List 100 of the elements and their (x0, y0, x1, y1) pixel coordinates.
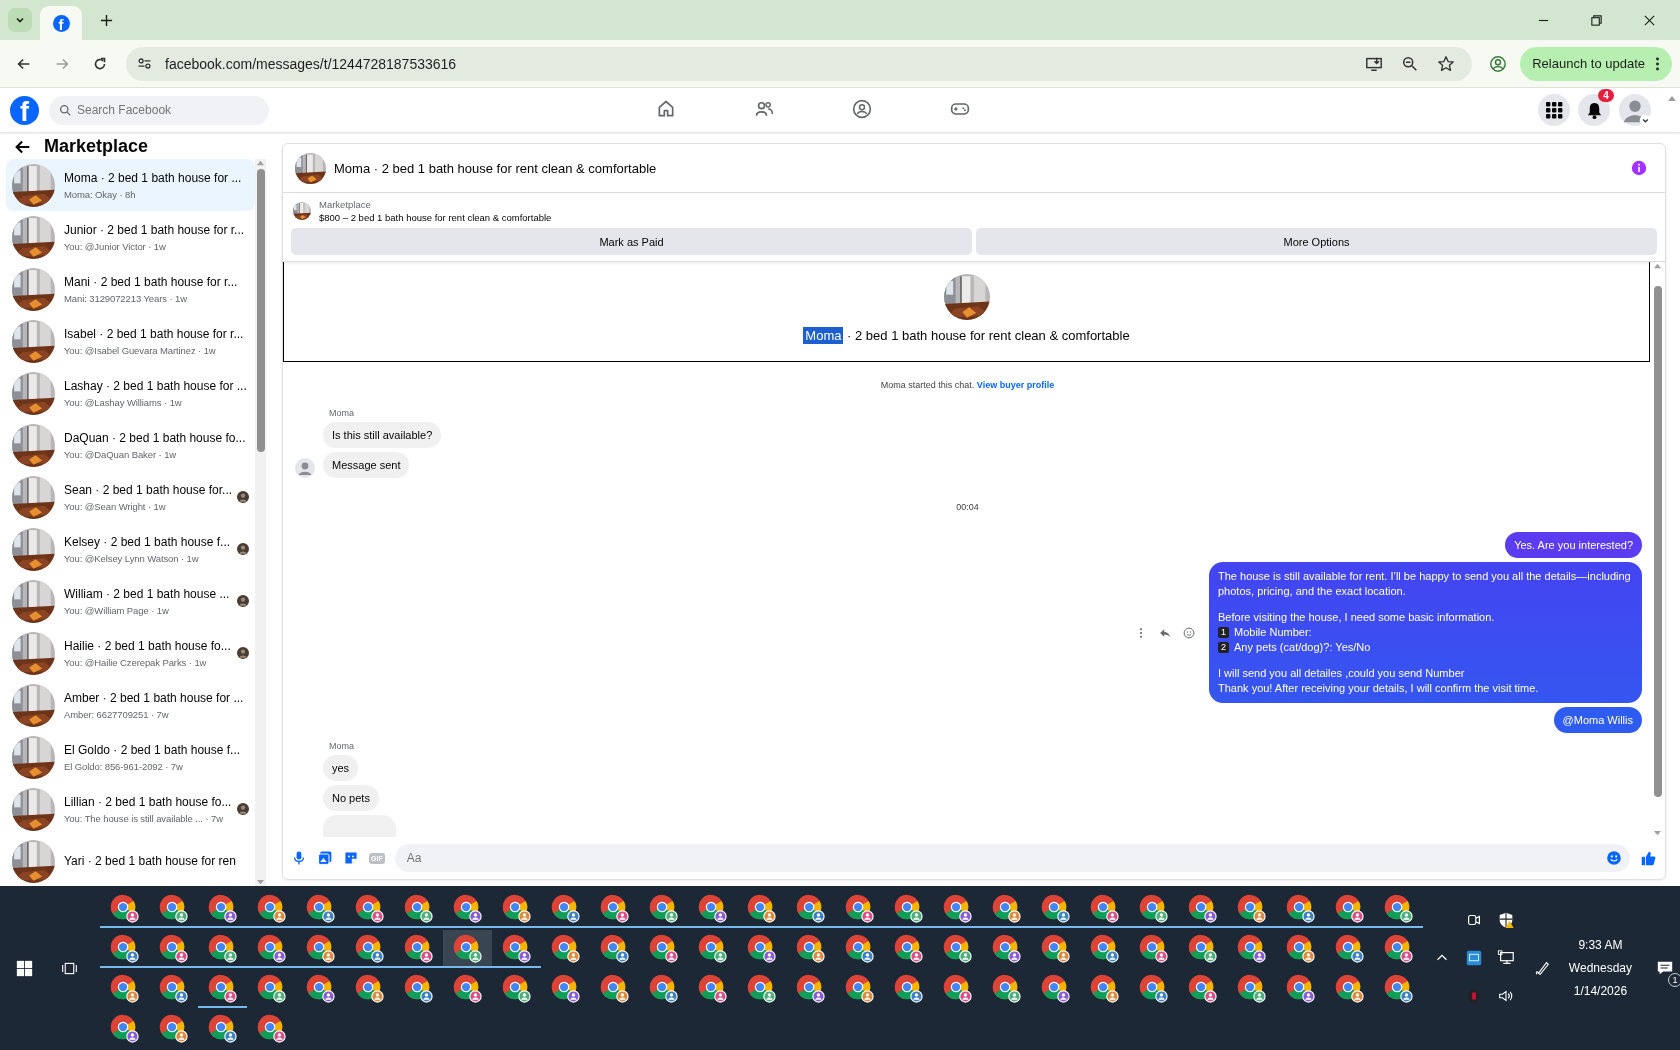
message-bubble: Is this still available? (323, 422, 442, 448)
conversation-item[interactable]: Amber · 2 bed 1 bath house for ... Amber: 6627709251 · 7w (6, 679, 255, 731)
conversation-item[interactable]: Moma · 2 bed 1 bath house for ... Moma: Okay · 8h (6, 159, 255, 211)
sender-name: Moma (328, 741, 355, 751)
new-tab-icon[interactable] (100, 13, 113, 27)
conversation-item[interactable]: Junior · 2 bed 1 bath house for r... You: @Junior Victor · 1w (6, 211, 255, 263)
menu-button[interactable] (1538, 94, 1570, 126)
grid-icon (1545, 101, 1563, 119)
conversation-preview: Amber: 6627709251 · 7w (64, 708, 170, 720)
message-bubble: @Moma Willis (1553, 707, 1642, 733)
conversation-title: William · 2 bed 1 bath house ... (64, 586, 228, 601)
message-line: Any pets (cat/dog)?: Yes/No (1234, 640, 1371, 655)
conversation-preview: You: @Kelsey Lynn Watson · 1w (64, 552, 200, 564)
scroll-up-arrow-icon[interactable] (1667, 94, 1677, 102)
sidebar-title: Marketplace (44, 136, 149, 157)
listing-action-button[interactable]: More Options (976, 228, 1657, 255)
conversation-title: El Goldo · 2 bed 1 bath house f... (64, 742, 242, 757)
microphone-icon[interactable] (291, 850, 307, 866)
conversation-preview: You: @Sean Wright · 1w (64, 500, 167, 512)
conversation-item[interactable]: Kelsey · 2 bed 1 bath house f... You: @Kelsey Lynn Watson · 1w (6, 523, 255, 575)
conversation-title: Lashay · 2 bed 1 bath house for ... (64, 378, 248, 393)
marketplace-label: Marketplace (319, 199, 372, 210)
home-icon (656, 98, 676, 119)
conversation-preview: You: @Lashay Williams · 1w (64, 396, 183, 408)
message-field[interactable]: Aa (394, 844, 1630, 872)
conversation-item[interactable]: Lillian · 2 bed 1 bath house fo... You: The house is still available ... · 7w (6, 783, 255, 835)
app-tray-icon[interactable] (1464, 949, 1483, 967)
sticker-icon[interactable] (343, 850, 359, 866)
notification-count: 1 (1668, 973, 1680, 987)
chat-started-note: Moma started this chat. (880, 380, 975, 390)
conversation-title: Hailie · 2 bed 1 bath house fo... (64, 638, 228, 653)
tab-search-button[interactable] (8, 8, 32, 32)
conversation-item[interactable]: Sean · 2 bed 1 bath house for... You: @Sean Wright · 1w (6, 471, 255, 523)
photo-icon[interactable] (317, 850, 333, 866)
taskbar-app-button[interactable] (442, 930, 492, 968)
sender-name: Moma (328, 408, 355, 418)
scroll-up-arrow-icon[interactable] (1653, 262, 1662, 269)
listing-heading: Moma · 2 bed 1 bath house for rent clean & comfortable (803, 328, 1130, 343)
conversation-preview: Mani: 3129072213 Years · 1w (64, 292, 188, 304)
network-icon[interactable] (1496, 949, 1515, 967)
message-line: Thank you! After receiving your details, I will confirm the visit time. (1218, 681, 1539, 696)
emoji-icon[interactable] (1606, 850, 1622, 866)
conversation-item[interactable]: Hailie · 2 bed 1 bath house fo... You: @Hailie Czerepak Parks · 1w (6, 627, 255, 679)
conversation-item[interactable]: Mani · 2 bed 1 bath house for r... Mani: 3129072213 Years · 1w (6, 263, 255, 315)
url-text: facebook.com/messages/t/1244728187533616 (165, 55, 457, 72)
conversation-title: Mani · 2 bed 1 bath house for r... (64, 274, 239, 289)
action-center-icon[interactable] (1656, 959, 1674, 977)
conversation-item[interactable]: Isabel · 2 bed 1 bath house for r... You: @Isabel Guevara Martinez · 1w (6, 315, 255, 367)
conversation-title: Junior · 2 bed 1 bath house for r... (64, 222, 246, 237)
message-line: I will send you all detailes ,could you send Number (1218, 666, 1465, 681)
keycap-number: 2 (1218, 642, 1229, 653)
conversation-title: Yari · 2 bed 1 bath house for ren (64, 854, 237, 868)
conversation-item[interactable]: DaQuan · 2 bed 1 bath house fo... You: @DaQuan Baker · 1w (6, 419, 255, 471)
conversation-item[interactable]: Lashay · 2 bed 1 bath house for ... You: @Lashay Williams · 1w (6, 367, 255, 419)
conversation-title: Moma · 2 bed 1 bath house for ... (64, 170, 243, 185)
scroll-down-arrow-icon[interactable] (1653, 830, 1662, 837)
conversation-preview: You: @William Page · 1w (64, 604, 170, 616)
conversation-title: Isabel · 2 bed 1 bath house for r... (64, 326, 245, 341)
message-line: Mobile Number: (1234, 625, 1312, 640)
notification-badge: 4 (1598, 89, 1614, 102)
message-bubble: No pets (323, 785, 379, 811)
clock[interactable]: 9:33 AM Wednesday 1/14/2026 (1558, 938, 1642, 998)
message-line: The house is still available for rent. I’ll be happy to send you all the details—including photos, pricing, and the exact location. (1218, 569, 1632, 599)
conversation-preview: You: @DaQuan Baker · 1w (64, 448, 178, 460)
emoji-icon[interactable] (1183, 626, 1195, 639)
thumbs-up-icon[interactable] (1640, 849, 1657, 867)
clock-time: 9:33 AM (1578, 938, 1623, 952)
conversation-item[interactable]: El Goldo · 2 bed 1 bath house f... El Goldo: 856-961-2092 · 7w (6, 731, 255, 783)
conversation-item[interactable]: William · 2 bed 1 bath house ... You: @William Page · 1w (6, 575, 255, 627)
address-bar[interactable]: facebook.com/messages/t/1244728187533616 (126, 46, 1473, 81)
facebook-logo[interactable]: f (10, 95, 39, 125)
search-field[interactable]: Search Facebook (49, 95, 269, 125)
account-button[interactable] (1618, 93, 1652, 127)
scrollbar[interactable] (1652, 262, 1663, 837)
info-icon[interactable] (1631, 160, 1647, 176)
volume-icon[interactable] (1496, 987, 1515, 1005)
listing-title: $800 – 2 bed 1 bath house for rent clean & comfortable (319, 212, 552, 223)
conversation-item[interactable]: Yari · 2 bed 1 bath house for ren (6, 835, 255, 886)
conversation-preview: You: @Isabel Guevara Martinez · 1w (64, 344, 217, 356)
conversation-preview: You: The house is still available ... · 7w (64, 812, 224, 824)
conversation-preview: Moma: Okay · 8h (64, 188, 137, 200)
conversation-title: Kelsey · 2 bed 1 bath house f... (64, 534, 228, 549)
browser-tab[interactable]: f (40, 6, 82, 40)
relaunch-button[interactable]: Relaunch to update (1520, 46, 1672, 81)
message-bubble: yes (323, 755, 359, 781)
timestamp: 00:04 (955, 502, 980, 512)
groups-icon (852, 98, 872, 119)
clock-day: Wednesday (1568, 961, 1632, 975)
more-icon (1655, 55, 1660, 72)
conversation-title: DaQuan · 2 bed 1 bath house fo... (64, 430, 247, 445)
site-info-icon[interactable] (136, 55, 153, 72)
buyer-profile-link[interactable]: View buyer profile (976, 380, 1055, 390)
search-icon (59, 103, 72, 117)
conversation-preview: El Goldo: 856-961-2092 · 7w (64, 760, 184, 772)
clock-date: 1/14/2026 (1573, 984, 1628, 998)
listing-action-button[interactable]: Mark as Paid (291, 228, 972, 255)
keycap-number: 1 (1218, 627, 1229, 638)
start-icon[interactable] (16, 959, 33, 977)
message-bubble: Message sent (323, 452, 410, 478)
conversation-preview: You: @Hailie Czerepak Parks · 1w (64, 656, 208, 668)
